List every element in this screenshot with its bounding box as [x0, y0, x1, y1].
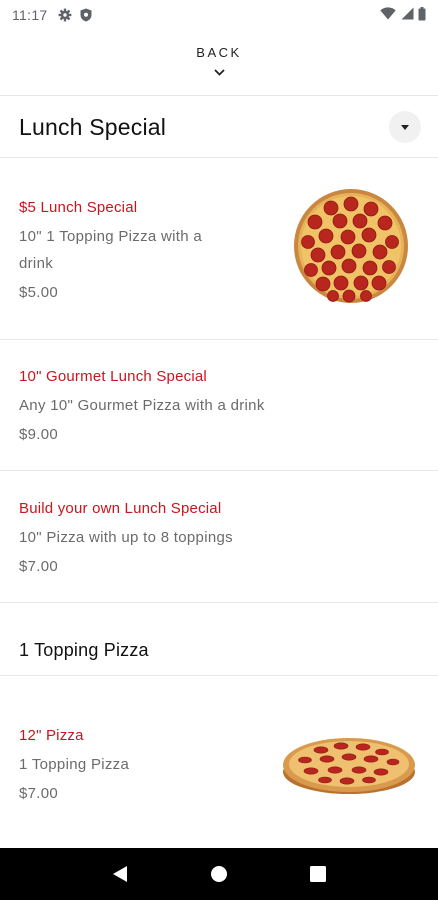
section-header: Lunch Special — [0, 96, 438, 158]
item-name: Build your own Lunch Special — [19, 500, 222, 517]
item-name: 10" Gourmet Lunch Special — [19, 368, 207, 385]
section-title: Lunch Special — [19, 113, 167, 140]
item-description-line: drink — [19, 255, 54, 272]
menu-item[interactable]: Build your own Lunch Special 10" Pizza w… — [0, 499, 438, 579]
nav-home-icon[interactable] — [199, 854, 239, 894]
gear-icon — [58, 8, 72, 22]
pizza-image — [281, 732, 417, 803]
item-description: 10" Pizza with up to 8 toppings — [19, 529, 233, 546]
caret-down-icon — [401, 124, 409, 130]
status-right-icons — [380, 6, 426, 24]
category-title: 1 Topping Pizza — [19, 640, 149, 660]
divider — [0, 675, 438, 676]
nav-back-icon[interactable] — [100, 854, 140, 894]
nav-recents-icon[interactable] — [298, 854, 338, 894]
battery-icon — [418, 6, 426, 24]
item-price: $7.00 — [19, 558, 59, 575]
chevron-down-icon — [213, 63, 225, 81]
divider — [0, 602, 438, 603]
wifi-icon — [380, 7, 396, 23]
menu-item[interactable]: 10" Gourmet Lunch Special Any 10" Gourme… — [0, 367, 438, 447]
divider — [0, 157, 438, 158]
back-label: BACK — [196, 45, 242, 60]
divider — [0, 470, 438, 471]
status-bar: 11:17 — [0, 0, 438, 30]
shield-icon — [80, 8, 92, 22]
item-description: Any 10" Gourmet Pizza with a drink — [19, 397, 265, 414]
signal-icon — [400, 7, 414, 23]
item-price: $9.00 — [19, 426, 59, 443]
divider — [0, 339, 438, 340]
pizza-image — [293, 188, 409, 309]
system-nav-bar — [0, 848, 438, 900]
section-dropdown-button[interactable] — [389, 111, 421, 143]
back-button[interactable]: BACK — [0, 36, 438, 86]
item-description-line: 10" 1 Topping Pizza with a — [19, 228, 202, 245]
status-time: 11:17 — [12, 7, 48, 23]
